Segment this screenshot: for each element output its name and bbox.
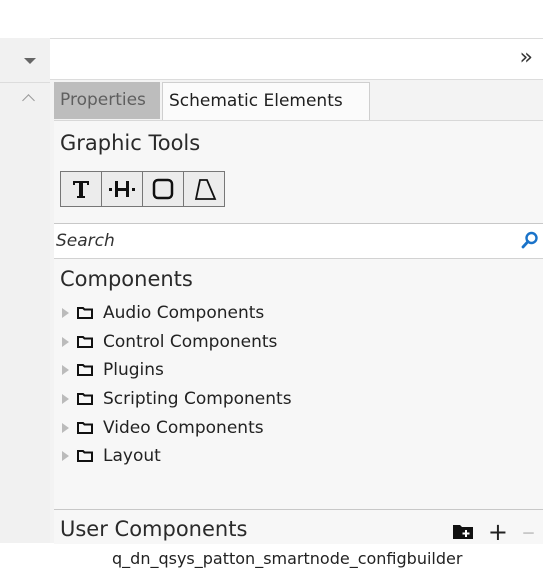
tree-item-label: Scripting Components bbox=[103, 389, 292, 410]
tree-item-video-components[interactable]: Video Components bbox=[60, 413, 292, 442]
user-component-item[interactable]: q_dn_qsys_patton_smartnode_configbuilder bbox=[112, 549, 462, 568]
remove-icon[interactable]: – bbox=[522, 519, 535, 545]
folder-icon bbox=[77, 335, 93, 348]
folder-icon bbox=[77, 393, 93, 406]
expand-arrow-icon[interactable] bbox=[62, 422, 69, 433]
text-tool-icon bbox=[73, 181, 89, 198]
dropdown-arrow-icon[interactable] bbox=[24, 58, 36, 64]
components-tree: Audio Components Control Components Plug… bbox=[60, 299, 292, 471]
tree-item-label: Video Components bbox=[103, 417, 264, 438]
tree-item-label: Control Components bbox=[103, 331, 278, 352]
expand-arrow-icon[interactable] bbox=[62, 451, 69, 462]
graphic-tools-toolbar bbox=[60, 171, 225, 207]
text-tool-button[interactable] bbox=[61, 172, 102, 206]
components-title: Components bbox=[60, 267, 193, 291]
folder-icon bbox=[77, 421, 93, 434]
tree-item-label: Layout bbox=[103, 446, 161, 467]
graphic-tools-title: Graphic Tools bbox=[60, 131, 201, 155]
expand-arrow-icon[interactable] bbox=[62, 308, 69, 319]
tab-properties[interactable]: Properties bbox=[54, 82, 160, 119]
top-strip bbox=[0, 0, 543, 38]
panel-header: » bbox=[50, 38, 543, 80]
tree-item-control-components[interactable]: Control Components bbox=[60, 328, 292, 357]
folder-icon bbox=[77, 450, 93, 463]
search-icon[interactable] bbox=[521, 231, 539, 253]
line-tool-button[interactable] bbox=[102, 172, 143, 206]
expand-arrow-icon[interactable] bbox=[62, 336, 69, 347]
tree-item-audio-components[interactable]: Audio Components bbox=[60, 299, 292, 328]
divider bbox=[54, 509, 543, 510]
tree-item-layout[interactable]: Layout bbox=[60, 442, 292, 471]
folder-icon bbox=[77, 307, 93, 320]
user-components-actions: + – bbox=[452, 519, 535, 545]
collapse-panel-icon[interactable]: » bbox=[520, 46, 533, 70]
tree-item-label: Plugins bbox=[103, 360, 164, 381]
schematic-elements-panel: » Properties Schematic Elements Graphic … bbox=[50, 38, 543, 568]
folder-icon bbox=[77, 364, 93, 377]
line-tool-icon bbox=[109, 181, 135, 197]
rectangle-tool-button[interactable] bbox=[143, 172, 184, 206]
tree-item-scripting-components[interactable]: Scripting Components bbox=[60, 385, 292, 414]
tree-item-plugins[interactable]: Plugins bbox=[60, 356, 292, 385]
rectangle-tool-icon bbox=[152, 178, 174, 200]
tree-item-label: Audio Components bbox=[103, 303, 265, 324]
polygon-tool-icon bbox=[194, 179, 217, 200]
add-folder-icon[interactable] bbox=[452, 524, 474, 540]
expand-arrow-icon[interactable] bbox=[62, 394, 69, 405]
left-gutter bbox=[0, 38, 51, 543]
tab-content: Graphic Tools Search Components Audio Co… bbox=[54, 120, 543, 568]
search-label: Search bbox=[56, 231, 115, 251]
expand-arrow-icon[interactable] bbox=[62, 365, 69, 376]
polygon-tool-button[interactable] bbox=[184, 172, 224, 206]
search-bar[interactable]: Search bbox=[54, 224, 543, 259]
user-components-title: User Components bbox=[60, 517, 248, 541]
add-icon[interactable]: + bbox=[488, 520, 508, 544]
tab-schematic-elements[interactable]: Schematic Elements bbox=[162, 82, 370, 120]
